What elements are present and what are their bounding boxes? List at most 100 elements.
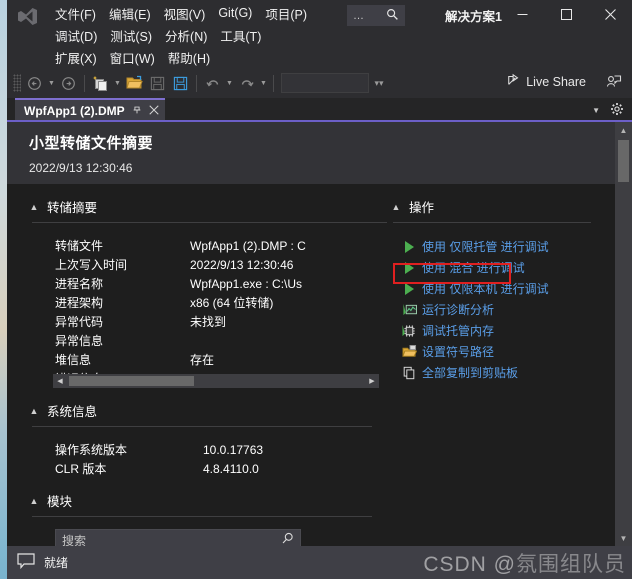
menu-item-file[interactable]: 文件(F) bbox=[49, 2, 103, 25]
undo-icon[interactable] bbox=[201, 72, 224, 94]
status-text: 就绪 bbox=[44, 556, 69, 570]
section-header-dump-summary[interactable]: ▲ 转储摘要 bbox=[7, 197, 387, 216]
chevron-up-icon[interactable]: ▲ bbox=[29, 496, 39, 506]
quick-launch-search[interactable]: … bbox=[347, 5, 405, 26]
section-title: 操作 bbox=[409, 201, 435, 215]
scroll-right-arrow-icon[interactable]: ▶ bbox=[365, 377, 379, 385]
new-project-icon[interactable] bbox=[89, 72, 112, 94]
row-value: 4.8.4110.0 bbox=[203, 461, 259, 476]
redo-icon[interactable] bbox=[235, 72, 258, 94]
toolbar-overflow-icon[interactable]: ▾▾ bbox=[373, 78, 385, 87]
action-debug-managed-memory[interactable]: 调试托管内存 bbox=[397, 320, 615, 341]
menu-item-git[interactable]: Git(G) bbox=[212, 4, 259, 22]
action-debug-mixed[interactable]: 使用 混合 进行调试 bbox=[397, 257, 615, 278]
menu-bar: 文件(F) 编辑(E) 视图(V) Git(G) 项目(P) 调试(D) 测试(… bbox=[49, 2, 339, 68]
menu-item-debug[interactable]: 调试(D) bbox=[49, 24, 104, 47]
action-label: 使用 混合 进行调试 bbox=[422, 261, 525, 275]
save-all-icon[interactable] bbox=[169, 72, 192, 94]
minimize-button[interactable] bbox=[500, 0, 544, 28]
action-debug-native-only[interactable]: 使用 仅限本机 进行调试 bbox=[397, 278, 615, 299]
visual-studio-window: 文件(F) 编辑(E) 视图(V) Git(G) 项目(P) 调试(D) 测试(… bbox=[7, 0, 632, 579]
row-value: 2022/9/13 12:30:46 bbox=[190, 257, 294, 272]
chevron-up-icon[interactable]: ▲ bbox=[29, 202, 39, 212]
navigate-backward-icon[interactable] bbox=[23, 72, 46, 94]
copy-icon bbox=[401, 365, 417, 381]
document-vertical-scrollbar[interactable]: ▲ ▼ bbox=[615, 122, 632, 546]
tab-strip-controls: ▼ bbox=[592, 98, 628, 122]
system-info-table: 操作系统版本 10.0.17763 CLR 版本 4.8.4110.0 bbox=[55, 440, 615, 478]
menu-item-view[interactable]: 视图(V) bbox=[158, 2, 213, 25]
dump-summary-panel: ▲ 转储摘要 转储文件 WpfApp1 (2).DMP : C 上次写入时间 2… bbox=[7, 184, 387, 388]
live-share-button[interactable]: Live Share bbox=[507, 73, 586, 90]
scroll-down-arrow-icon[interactable]: ▼ bbox=[615, 530, 632, 546]
scroll-left-arrow-icon[interactable]: ◀ bbox=[53, 377, 67, 385]
action-copy-all-to-clipboard[interactable]: 全部复制到剪贴板 bbox=[397, 362, 615, 383]
configuration-combobox[interactable] bbox=[281, 73, 369, 93]
section-title: 模块 bbox=[47, 495, 73, 509]
dump-summary-horizontal-scrollbar[interactable]: ◀ ▶ bbox=[53, 374, 379, 388]
scrollbar-thumb[interactable] bbox=[618, 140, 629, 182]
navigate-forward-icon[interactable] bbox=[57, 72, 80, 94]
system-info-panel: ▲ 系统信息 操作系统版本 10.0.17763 CLR 版本 4.8.4110… bbox=[7, 401, 615, 478]
section-header-system-info[interactable]: ▲ 系统信息 bbox=[7, 401, 615, 420]
modules-panel: ▲ 模块 搜索 bbox=[7, 491, 615, 546]
row-key: 上次写入时间 bbox=[55, 258, 128, 272]
action-set-symbol-paths[interactable]: 设置符号路径 bbox=[397, 341, 615, 362]
search-icon[interactable] bbox=[281, 532, 294, 546]
section-header-modules[interactable]: ▲ 模块 bbox=[7, 491, 615, 510]
table-row: 堆信息 存在 bbox=[55, 350, 387, 369]
menu-item-edit[interactable]: 编辑(E) bbox=[103, 2, 158, 25]
menu-item-window[interactable]: 窗口(W) bbox=[104, 46, 162, 69]
redo-dropdown-icon[interactable]: ▼ bbox=[258, 72, 269, 94]
table-row: 上次写入时间 2022/9/13 12:30:46 bbox=[55, 255, 387, 274]
action-label: 全部复制到剪贴板 bbox=[422, 366, 519, 380]
action-label: 调试托管内存 bbox=[422, 324, 495, 338]
chevron-up-icon[interactable]: ▲ bbox=[29, 406, 39, 416]
title-bar: 文件(F) 编辑(E) 视图(V) Git(G) 项目(P) 调试(D) 测试(… bbox=[7, 0, 632, 68]
close-button[interactable] bbox=[588, 0, 632, 28]
memory-chip-icon bbox=[401, 323, 417, 339]
document-header: 小型转储文件摘要 2022/9/13 12:30:46 bbox=[7, 122, 632, 184]
pin-icon[interactable] bbox=[132, 105, 142, 118]
watermark-name: 氛围组队员 bbox=[516, 553, 626, 576]
scroll-up-arrow-icon[interactable]: ▲ bbox=[615, 122, 632, 138]
table-row: 进程名称 WpfApp1.exe : C:\Us bbox=[55, 274, 387, 293]
menu-item-extensions[interactable]: 扩展(X) bbox=[49, 46, 104, 69]
top-columns: ▲ 转储摘要 转储文件 WpfApp1 (2).DMP : C 上次写入时间 2… bbox=[7, 184, 615, 388]
menu-item-tools[interactable]: 工具(T) bbox=[214, 24, 268, 47]
section-divider bbox=[32, 426, 372, 427]
section-title: 系统信息 bbox=[47, 405, 98, 419]
menu-item-project[interactable]: 项目(P) bbox=[259, 2, 314, 25]
chevron-up-icon[interactable]: ▲ bbox=[391, 202, 401, 212]
visual-studio-logo-icon bbox=[16, 6, 38, 26]
section-header-actions[interactable]: ▲ 操作 bbox=[387, 197, 615, 216]
row-value: WpfApp1 (2).DMP : C bbox=[190, 238, 306, 253]
action-debug-managed-only[interactable]: 使用 仅限托管 进行调试 bbox=[397, 236, 615, 257]
new-project-dropdown-icon[interactable]: ▼ bbox=[112, 72, 123, 94]
menu-item-test[interactable]: 测试(S) bbox=[104, 24, 159, 47]
chevron-down-icon[interactable]: ▼ bbox=[592, 106, 600, 115]
feedback-icon[interactable] bbox=[17, 553, 35, 572]
account-icon[interactable] bbox=[606, 74, 622, 92]
standard-toolbar: ▼ ▼ ▼ ▼ ▾▾ Live Share bbox=[7, 68, 632, 98]
dump-summary-table: 转储文件 WpfApp1 (2).DMP : C 上次写入时间 2022/9/1… bbox=[55, 236, 387, 388]
toolbar-separator-2 bbox=[196, 74, 197, 92]
menu-item-analyze[interactable]: 分析(N) bbox=[159, 24, 214, 47]
open-file-icon[interactable] bbox=[123, 72, 146, 94]
action-run-diagnostic-analysis[interactable]: 运行诊断分析 bbox=[397, 299, 615, 320]
tab-wpfapp1-dmp[interactable]: WpfApp1 (2).DMP bbox=[15, 98, 165, 122]
tab-close-icon[interactable] bbox=[149, 104, 159, 118]
modules-search-box[interactable]: 搜索 bbox=[55, 529, 301, 546]
gear-icon[interactable] bbox=[610, 102, 624, 119]
live-share-label: Live Share bbox=[526, 74, 586, 89]
scrollbar-thumb[interactable] bbox=[69, 376, 194, 386]
maximize-button[interactable] bbox=[544, 0, 588, 28]
row-key: CLR 版本 bbox=[55, 462, 107, 476]
navigate-backward-dropdown-icon[interactable]: ▼ bbox=[46, 72, 57, 94]
toolbar-grip-handle[interactable] bbox=[13, 74, 21, 92]
undo-dropdown-icon[interactable]: ▼ bbox=[224, 72, 235, 94]
page-title: 小型转储文件摘要 bbox=[29, 135, 154, 152]
menu-item-help[interactable]: 帮助(H) bbox=[162, 46, 217, 69]
ellipsis-icon: … bbox=[353, 9, 365, 22]
toolbar-separator bbox=[84, 74, 85, 92]
